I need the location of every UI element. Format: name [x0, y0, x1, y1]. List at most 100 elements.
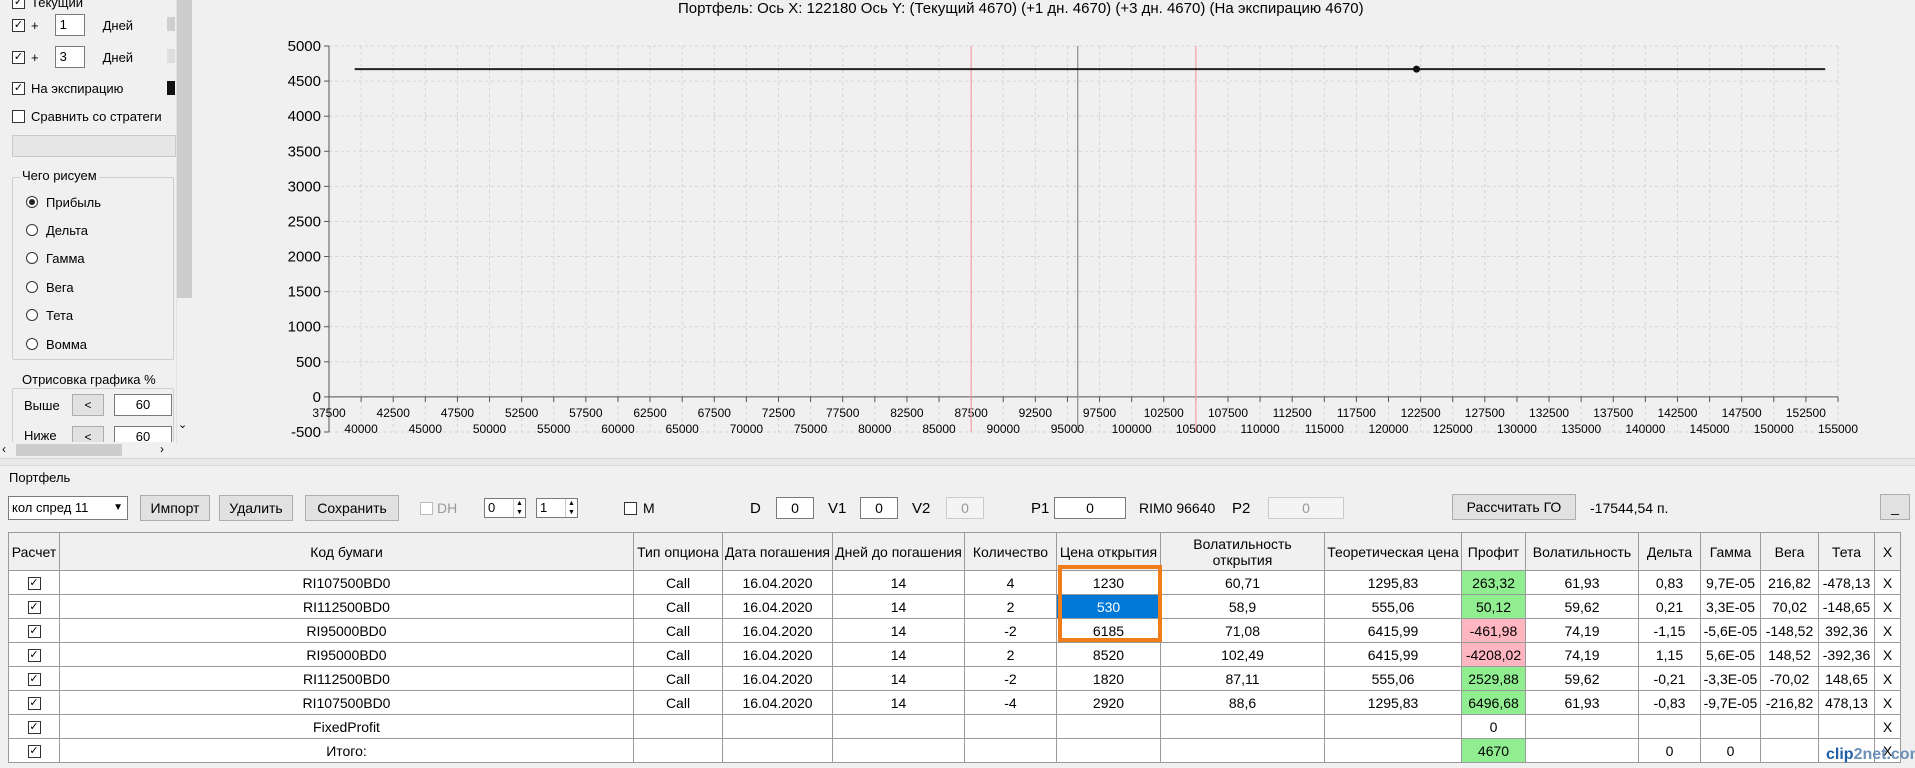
col-header-open-price[interactable]: Цена открытия: [1056, 532, 1161, 571]
calc-cell[interactable]: ✓: [8, 594, 60, 619]
col-header-profit[interactable]: Профит: [1461, 532, 1526, 571]
radio-gamma[interactable]: Гамма: [26, 248, 85, 268]
remove-button[interactable]: X: [1874, 642, 1901, 667]
scrollbar-thumb[interactable]: [177, 0, 192, 298]
col-header-theta[interactable]: Тета: [1818, 532, 1875, 571]
qty-cell[interactable]: 2: [964, 642, 1057, 667]
dh-checkbox[interactable]: [420, 502, 433, 515]
col-header-vol[interactable]: Волатильность: [1525, 532, 1639, 571]
compare-checkbox[interactable]: [12, 109, 25, 123]
remove-button[interactable]: X: [1874, 666, 1901, 691]
col-header-theo[interactable]: Теоретическая цена: [1324, 532, 1462, 571]
p2-input[interactable]: 0: [1268, 497, 1344, 519]
radio-button[interactable]: [26, 224, 38, 236]
col-header-delta[interactable]: Дельта: [1638, 532, 1701, 571]
col-header-open-vol[interactable]: Волатильность открытия: [1160, 532, 1325, 571]
open-price-cell[interactable]: 2920: [1056, 690, 1161, 715]
radio-vega[interactable]: Вега: [26, 277, 74, 297]
current-toggle[interactable]: ✓ Текущий: [12, 0, 83, 12]
open-price-cell[interactable]: 6185: [1056, 618, 1161, 643]
calc-checkbox[interactable]: ✓: [27, 577, 41, 591]
strategy-compare-combo[interactable]: [12, 135, 176, 157]
qty-cell[interactable]: [964, 714, 1057, 739]
minimize-button[interactable]: _: [1880, 494, 1910, 520]
calc-cell[interactable]: ✓: [8, 690, 60, 715]
spin-input-1[interactable]: 0 ▲ ▼: [484, 498, 526, 518]
col-header-vega[interactable]: Вега: [1760, 532, 1819, 571]
qty-cell[interactable]: -2: [964, 666, 1057, 691]
expiration-checkbox[interactable]: ✓: [12, 81, 25, 95]
open-price-cell[interactable]: 1230: [1056, 570, 1161, 595]
above-decrease-button[interactable]: <: [72, 394, 104, 416]
col-header-gamma[interactable]: Гамма: [1700, 532, 1761, 571]
open-price-cell[interactable]: 8520: [1056, 642, 1161, 667]
calc-checkbox[interactable]: ✓: [27, 721, 41, 735]
compare-toggle[interactable]: Сравнить со стратеги: [12, 106, 162, 126]
panel-splitter[interactable]: [0, 458, 1915, 466]
calc-margin-button[interactable]: Рассчитать ГО: [1452, 494, 1576, 520]
calc-cell[interactable]: ✓: [8, 714, 60, 739]
calc-cell[interactable]: ✓: [8, 618, 60, 643]
radio-button[interactable]: [26, 338, 38, 350]
delete-button[interactable]: Удалить: [219, 495, 293, 521]
radio-button[interactable]: [26, 196, 38, 208]
table-row[interactable]: ✓ RI112500BD0 Call 16.04.2020 14 2 530 58,9 555,…: [8, 594, 1901, 619]
v2-input[interactable]: 0: [946, 497, 984, 519]
chevron-left-icon[interactable]: ‹: [2, 442, 6, 456]
scrollbar-thumb[interactable]: [16, 444, 122, 456]
remove-button[interactable]: X: [1874, 594, 1901, 619]
open-price-cell[interactable]: 530: [1056, 594, 1161, 619]
import-button[interactable]: Импорт: [140, 495, 210, 521]
v1-input[interactable]: 0: [860, 497, 898, 519]
open-price-cell[interactable]: [1056, 738, 1161, 763]
table-row[interactable]: ✓ RI112500BD0 Call 16.04.2020 14 -2 1820 87,11 5…: [8, 666, 1901, 691]
calc-checkbox[interactable]: ✓: [27, 673, 41, 687]
radio-vomma[interactable]: Вомма: [26, 334, 87, 354]
table-row[interactable]: ✓ RI107500BD0 Call 16.04.2020 14 4 1230 60,71 12…: [8, 570, 1901, 595]
col-header-type[interactable]: Тип опциона: [633, 532, 723, 571]
days-3-input[interactable]: 3: [54, 46, 85, 68]
spin-arrows-icon[interactable]: ▲ ▼: [513, 499, 525, 517]
expiration-toggle[interactable]: ✓ На экспирацию: [12, 78, 175, 98]
calc-checkbox[interactable]: ✓: [27, 697, 41, 711]
qty-cell[interactable]: [964, 738, 1057, 763]
open-price-cell[interactable]: [1056, 714, 1161, 739]
radio-button[interactable]: [26, 281, 38, 293]
calc-checkbox[interactable]: ✓: [27, 649, 41, 663]
strategy-select[interactable]: кол спред 11 ▼: [8, 496, 128, 520]
d-input[interactable]: 0: [776, 497, 814, 519]
radio-delta[interactable]: Дельта: [26, 220, 88, 240]
save-button[interactable]: Сохранить: [305, 495, 399, 521]
chevron-down-icon[interactable]: ⌄: [178, 418, 187, 431]
calc-checkbox[interactable]: ✓: [27, 625, 41, 639]
spin-input-2[interactable]: 1 ▲ ▼: [536, 498, 578, 518]
open-price-cell[interactable]: 1820: [1056, 666, 1161, 691]
p1-input[interactable]: 0: [1054, 497, 1126, 519]
col-header-date[interactable]: Дата погашения: [722, 532, 833, 571]
qty-cell[interactable]: -4: [964, 690, 1057, 715]
calc-checkbox[interactable]: ✓: [27, 601, 41, 615]
radio-button[interactable]: [26, 252, 38, 264]
qty-cell[interactable]: -2: [964, 618, 1057, 643]
calc-cell[interactable]: ✓: [8, 738, 60, 763]
days-1-input[interactable]: 1: [54, 14, 85, 36]
table-row[interactable]: ✓ Итого: 4670 0 0 X: [8, 738, 1901, 763]
table-row[interactable]: ✓ FixedProfit 0 X: [8, 714, 1901, 739]
panel-vertical-scrollbar[interactable]: [176, 0, 192, 445]
m-checkbox[interactable]: [624, 502, 637, 515]
col-header-code[interactable]: Код бумаги: [59, 532, 634, 571]
calc-cell[interactable]: ✓: [8, 570, 60, 595]
col-header-calc[interactable]: Расчет: [8, 532, 60, 571]
days-1-checkbox[interactable]: ✓: [12, 18, 25, 32]
panel-horizontal-scrollbar[interactable]: ‹ ›: [0, 442, 176, 458]
radio-button[interactable]: [26, 309, 38, 321]
remove-button[interactable]: X: [1874, 618, 1901, 643]
spin-arrows-icon[interactable]: ▲ ▼: [565, 499, 577, 517]
table-row[interactable]: ✓ RI95000BD0 Call 16.04.2020 14 2 8520 102,49 64…: [8, 642, 1901, 667]
calc-cell[interactable]: ✓: [8, 666, 60, 691]
current-checkbox[interactable]: ✓: [12, 0, 25, 9]
table-row[interactable]: ✓ RI95000BD0 Call 16.04.2020 14 -2 6185 71,08 64…: [8, 618, 1901, 643]
table-row[interactable]: ✓ RI107500BD0 Call 16.04.2020 14 -4 2920 88,6 12…: [8, 690, 1901, 715]
qty-cell[interactable]: 4: [964, 570, 1057, 595]
col-header-qty[interactable]: Количество: [964, 532, 1057, 571]
